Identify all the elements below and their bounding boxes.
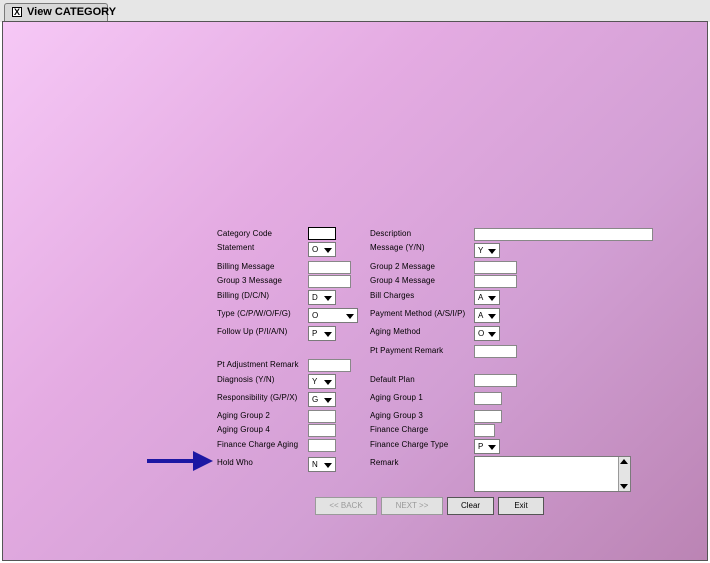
next-button[interactable]: NEXT >>: [381, 497, 443, 515]
finance-charge-type-select[interactable]: P: [474, 439, 500, 454]
bill-charges-select[interactable]: A: [474, 290, 500, 305]
finance-charge-aging-label: Finance Charge Aging: [217, 440, 299, 449]
statement-select[interactable]: O: [308, 242, 336, 257]
pt-adjustment-remark-input[interactable]: [308, 359, 351, 372]
chevron-down-icon: [324, 398, 332, 403]
type-label: Type (C/P/W/O/F/G): [217, 309, 291, 318]
chevron-down-icon: [488, 249, 496, 254]
arrow-right-icon: [193, 451, 213, 471]
chevron-down-icon: [324, 248, 332, 253]
chevron-down-icon: [488, 314, 496, 319]
responsibility-label: Responsibility (G/P/X): [217, 393, 298, 402]
diagnosis-select[interactable]: Y: [308, 374, 336, 389]
group2-message-input[interactable]: [474, 261, 517, 274]
finance-charge-label: Finance Charge: [370, 425, 429, 434]
remark-scrollbar[interactable]: [618, 457, 630, 491]
finance-charge-input[interactable]: [474, 424, 495, 437]
tab-bar: X View CATEGORY: [0, 0, 710, 22]
follow-up-label: Follow Up (P/I/A/N): [217, 327, 288, 336]
type-select[interactable]: O: [308, 308, 358, 323]
follow-up-select[interactable]: P: [308, 326, 336, 341]
pt-payment-remark-label: Pt Payment Remark: [370, 346, 444, 355]
chevron-down-icon[interactable]: [620, 484, 628, 489]
chevron-up-icon[interactable]: [620, 459, 628, 464]
tab-view-category[interactable]: X View CATEGORY: [4, 3, 116, 21]
finance-charge-type-label: Finance Charge Type: [370, 440, 449, 449]
chevron-down-icon: [324, 380, 332, 385]
annotation-arrow-shaft: [147, 459, 193, 463]
aging-group-2-input[interactable]: [308, 410, 336, 423]
bill-charges-label: Bill Charges: [370, 291, 415, 300]
close-icon[interactable]: X: [12, 7, 22, 17]
clear-button[interactable]: Clear: [447, 497, 494, 515]
exit-button[interactable]: Exit: [498, 497, 544, 515]
back-button[interactable]: << BACK: [315, 497, 377, 515]
chevron-down-icon: [324, 296, 332, 301]
message-yn-select[interactable]: Y: [474, 243, 500, 258]
chevron-down-icon: [346, 314, 354, 319]
window-title: View CATEGORY: [27, 6, 117, 18]
hold-who-select[interactable]: N: [308, 457, 336, 472]
aging-group-3-input[interactable]: [474, 410, 502, 423]
payment-method-select[interactable]: A: [474, 308, 500, 323]
group4-message-input[interactable]: [474, 275, 517, 288]
aging-group-2-label: Aging Group 2: [217, 411, 270, 420]
description-input[interactable]: [474, 228, 653, 241]
group2-message-label: Group 2 Message: [370, 262, 436, 271]
message-yn-label: Message (Y/N): [370, 243, 425, 252]
description-label: Description: [370, 229, 412, 238]
hold-who-label: Hold Who: [217, 458, 253, 467]
aging-group-4-input[interactable]: [308, 424, 336, 437]
group4-message-label: Group 4 Message: [370, 276, 436, 285]
default-plan-input[interactable]: [474, 374, 517, 387]
aging-method-label: Aging Method: [370, 327, 421, 336]
payment-method-label: Payment Method (A/S/I/P): [370, 309, 466, 318]
billing-dcn-label: Billing (D/C/N): [217, 291, 270, 300]
billing-message-label: Billing Message: [217, 262, 275, 271]
category-code-label: Category Code: [217, 229, 273, 238]
finance-charge-aging-input[interactable]: [308, 439, 336, 452]
group3-message-label: Group 3 Message: [217, 276, 283, 285]
billing-message-input[interactable]: [308, 261, 351, 274]
remark-label: Remark: [370, 458, 399, 467]
group3-message-input[interactable]: [308, 275, 351, 288]
statement-label: Statement: [217, 243, 255, 252]
responsibility-select[interactable]: G: [308, 392, 336, 407]
remark-textarea[interactable]: [474, 456, 631, 492]
billing-dcn-select[interactable]: D: [308, 290, 336, 305]
chevron-down-icon: [488, 332, 496, 337]
chevron-down-icon: [324, 332, 332, 337]
aging-group-1-label: Aging Group 1: [370, 393, 423, 402]
pt-adjustment-remark-label: Pt Adjustment Remark: [217, 360, 299, 369]
chevron-down-icon: [488, 445, 496, 450]
category-code-input[interactable]: [308, 227, 336, 240]
aging-group-3-label: Aging Group 3: [370, 411, 423, 420]
default-plan-label: Default Plan: [370, 375, 415, 384]
aging-method-select[interactable]: O: [474, 326, 500, 341]
chevron-down-icon: [324, 463, 332, 468]
aging-group-4-label: Aging Group 4: [217, 425, 270, 434]
pt-payment-remark-input[interactable]: [474, 345, 517, 358]
chevron-down-icon: [488, 296, 496, 301]
diagnosis-label: Diagnosis (Y/N): [217, 375, 275, 384]
aging-group-1-input[interactable]: [474, 392, 502, 405]
